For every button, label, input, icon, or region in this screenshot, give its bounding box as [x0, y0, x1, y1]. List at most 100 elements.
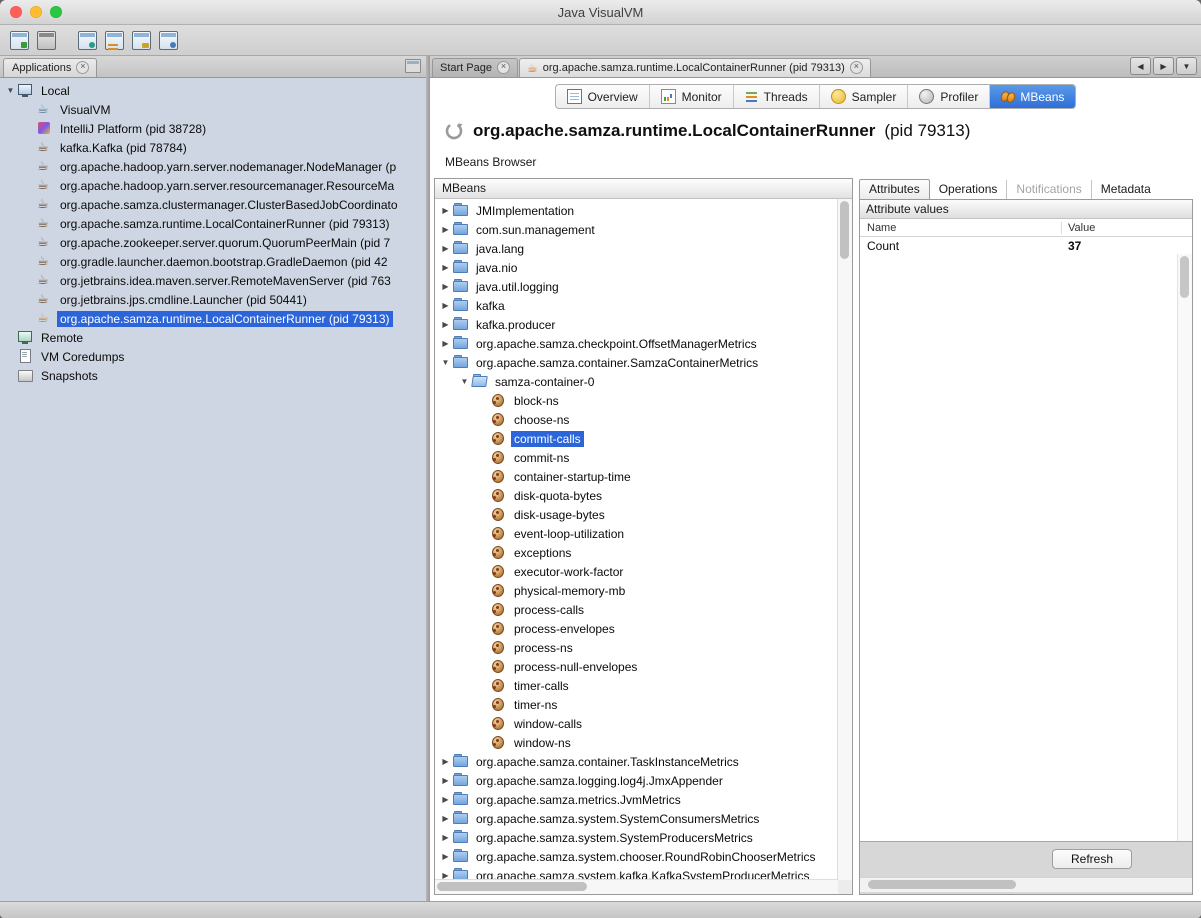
- mbean-tree-item[interactable]: block-ns: [435, 391, 837, 410]
- attribute-row[interactable]: Count37: [860, 237, 1192, 254]
- application-tree-item[interactable]: ▼Local: [0, 81, 426, 100]
- application-tree-item[interactable]: org.jetbrains.jps.cmdline.Launcher (pid …: [0, 290, 426, 309]
- view-tab-sampler[interactable]: Sampler: [819, 85, 908, 108]
- collapsed-expander-icon[interactable]: ▶: [439, 206, 452, 215]
- view-tab-overview[interactable]: Overview: [556, 85, 649, 108]
- mbean-tree-item[interactable]: container-startup-time: [435, 467, 837, 486]
- mbean-tree-item[interactable]: ▶org.apache.samza.container.TaskInstance…: [435, 752, 837, 771]
- document-tab[interactable]: Start Page×: [432, 58, 518, 77]
- tab-list-dropdown-button[interactable]: ▼: [1176, 57, 1197, 75]
- collapsed-expander-icon[interactable]: ▶: [439, 225, 452, 234]
- view-tab-mbeans[interactable]: MBeans: [989, 85, 1075, 108]
- collapsed-expander-icon[interactable]: ▶: [439, 852, 452, 861]
- collapsed-expander-icon[interactable]: ▶: [439, 795, 452, 804]
- application-tree-item[interactable]: org.apache.samza.runtime.LocalContainerR…: [0, 309, 426, 328]
- mbean-tree-item[interactable]: ▶org.apache.samza.logging.log4j.JmxAppen…: [435, 771, 837, 790]
- scrollbar-thumb[interactable]: [1180, 256, 1189, 298]
- application-tree-item[interactable]: org.apache.samza.clustermanager.ClusterB…: [0, 195, 426, 214]
- applications-tab[interactable]: Applications ×: [3, 58, 97, 77]
- view-tab-monitor[interactable]: Monitor: [649, 85, 733, 108]
- collapsed-expander-icon[interactable]: ▶: [439, 263, 452, 272]
- close-tab-icon[interactable]: ×: [850, 61, 863, 74]
- mbean-tree-item[interactable]: window-ns: [435, 733, 837, 752]
- thread-dump-button[interactable]: [103, 29, 125, 51]
- scrollbar-thumb[interactable]: [840, 201, 849, 259]
- mbean-tree-item[interactable]: ▶JMImplementation: [435, 201, 837, 220]
- application-tree-item[interactable]: org.gradle.launcher.daemon.bootstrap.Gra…: [0, 252, 426, 271]
- mbean-tree-item[interactable]: commit-calls: [435, 429, 837, 448]
- titlebar[interactable]: Java VisualVM: [0, 0, 1201, 25]
- document-tab[interactable]: ☕org.apache.samza.runtime.LocalContainer…: [519, 58, 871, 77]
- collapsed-expander-icon[interactable]: ▶: [439, 244, 452, 253]
- mbean-tree-item[interactable]: commit-ns: [435, 448, 837, 467]
- application-tree-item[interactable]: IntelliJ Platform (pid 38728): [0, 119, 426, 138]
- collapsed-expander-icon[interactable]: ▶: [439, 339, 452, 348]
- mbean-tree-item[interactable]: ▶com.sun.management: [435, 220, 837, 239]
- application-tree-item[interactable]: org.apache.hadoop.yarn.server.nodemanage…: [0, 157, 426, 176]
- expanded-expander-icon[interactable]: ▼: [4, 86, 17, 95]
- mbean-tree-item[interactable]: ▶org.apache.samza.system.chooser.RoundRo…: [435, 847, 837, 866]
- refresh-button[interactable]: Refresh: [1052, 849, 1132, 869]
- scroll-tabs-left-button[interactable]: ◀: [1130, 57, 1151, 75]
- profiler-snapshot-button[interactable]: [157, 29, 179, 51]
- mbean-tree-item[interactable]: process-ns: [435, 638, 837, 657]
- mbean-tree-item[interactable]: ▶java.util.logging: [435, 277, 837, 296]
- application-snapshot-button[interactable]: [76, 29, 98, 51]
- mbean-tree-item[interactable]: exceptions: [435, 543, 837, 562]
- mbean-tree-item[interactable]: ▼samza-container-0: [435, 372, 837, 391]
- mbean-tree-item[interactable]: ▼org.apache.samza.container.SamzaContain…: [435, 353, 837, 372]
- application-tree-item[interactable]: Remote: [0, 328, 426, 347]
- application-tree-item[interactable]: Snapshots: [0, 366, 426, 385]
- minimize-panel-button[interactable]: [405, 59, 421, 73]
- mbean-tree-item[interactable]: ▶org.apache.samza.system.SystemProducers…: [435, 828, 837, 847]
- application-tree-item[interactable]: VM Coredumps: [0, 347, 426, 366]
- mbean-tree-item[interactable]: ▶org.apache.samza.checkpoint.OffsetManag…: [435, 334, 837, 353]
- mbean-tree-item[interactable]: ▶org.apache.samza.metrics.JvmMetrics: [435, 790, 837, 809]
- collapsed-expander-icon[interactable]: ▶: [439, 282, 452, 291]
- mbean-tree-item[interactable]: process-envelopes: [435, 619, 837, 638]
- value-column-header[interactable]: Value: [1062, 222, 1178, 234]
- application-tree-item[interactable]: org.jetbrains.idea.maven.server.RemoteMa…: [0, 271, 426, 290]
- mbean-tree-item[interactable]: ▶java.nio: [435, 258, 837, 277]
- close-tab-icon[interactable]: ×: [497, 61, 510, 74]
- mbean-tree-item[interactable]: process-null-envelopes: [435, 657, 837, 676]
- mbean-tree-item[interactable]: timer-ns: [435, 695, 837, 714]
- expanded-expander-icon[interactable]: ▼: [458, 377, 471, 386]
- detail-tab-metadata[interactable]: Metadata: [1091, 180, 1160, 199]
- view-tab-profiler[interactable]: Profiler: [907, 85, 989, 108]
- attribute-value-cell[interactable]: 37: [1062, 239, 1178, 253]
- application-tree-item[interactable]: org.apache.samza.runtime.LocalContainerR…: [0, 214, 426, 233]
- mbean-tree-item[interactable]: choose-ns: [435, 410, 837, 429]
- mbean-tree-item[interactable]: disk-quota-bytes: [435, 486, 837, 505]
- load-snapshot-button[interactable]: [8, 29, 30, 51]
- scroll-tabs-right-button[interactable]: ▶: [1153, 57, 1174, 75]
- collapsed-expander-icon[interactable]: ▶: [439, 814, 452, 823]
- save-snapshot-button[interactable]: [35, 29, 57, 51]
- mbean-tree-item[interactable]: physical-memory-mb: [435, 581, 837, 600]
- attributes-horizontal-scrollbar[interactable]: [860, 877, 1192, 892]
- mbeans-horizontal-scrollbar[interactable]: [435, 879, 838, 894]
- collapsed-expander-icon[interactable]: ▶: [439, 833, 452, 842]
- mbean-tree-item[interactable]: window-calls: [435, 714, 837, 733]
- mbean-tree-item[interactable]: ▶org.apache.samza.system.SystemConsumers…: [435, 809, 837, 828]
- mbean-tree-item[interactable]: disk-usage-bytes: [435, 505, 837, 524]
- collapsed-expander-icon[interactable]: ▶: [439, 776, 452, 785]
- mbean-tree-item[interactable]: process-calls: [435, 600, 837, 619]
- scrollbar-thumb[interactable]: [437, 882, 587, 891]
- application-tree-item[interactable]: VisualVM: [0, 100, 426, 119]
- mbean-tree-item[interactable]: ▶kafka: [435, 296, 837, 315]
- application-tree-item[interactable]: org.apache.zookeeper.server.quorum.Quoru…: [0, 233, 426, 252]
- mbean-tree-item[interactable]: ▶java.lang: [435, 239, 837, 258]
- collapsed-expander-icon[interactable]: ▶: [439, 757, 452, 766]
- detail-tab-attributes[interactable]: Attributes: [859, 179, 930, 199]
- detail-tab-operations[interactable]: Operations: [930, 180, 1007, 199]
- heap-dump-button[interactable]: [130, 29, 152, 51]
- attributes-vertical-scrollbar[interactable]: [1177, 254, 1192, 841]
- collapsed-expander-icon[interactable]: ▶: [439, 320, 452, 329]
- collapsed-expander-icon[interactable]: ▶: [439, 301, 452, 310]
- scrollbar-thumb[interactable]: [868, 880, 1016, 889]
- application-tree-item[interactable]: kafka.Kafka (pid 78784): [0, 138, 426, 157]
- application-tree-item[interactable]: org.apache.hadoop.yarn.server.resourcema…: [0, 176, 426, 195]
- name-column-header[interactable]: Name: [860, 222, 1062, 234]
- view-tab-threads[interactable]: Threads: [733, 85, 819, 108]
